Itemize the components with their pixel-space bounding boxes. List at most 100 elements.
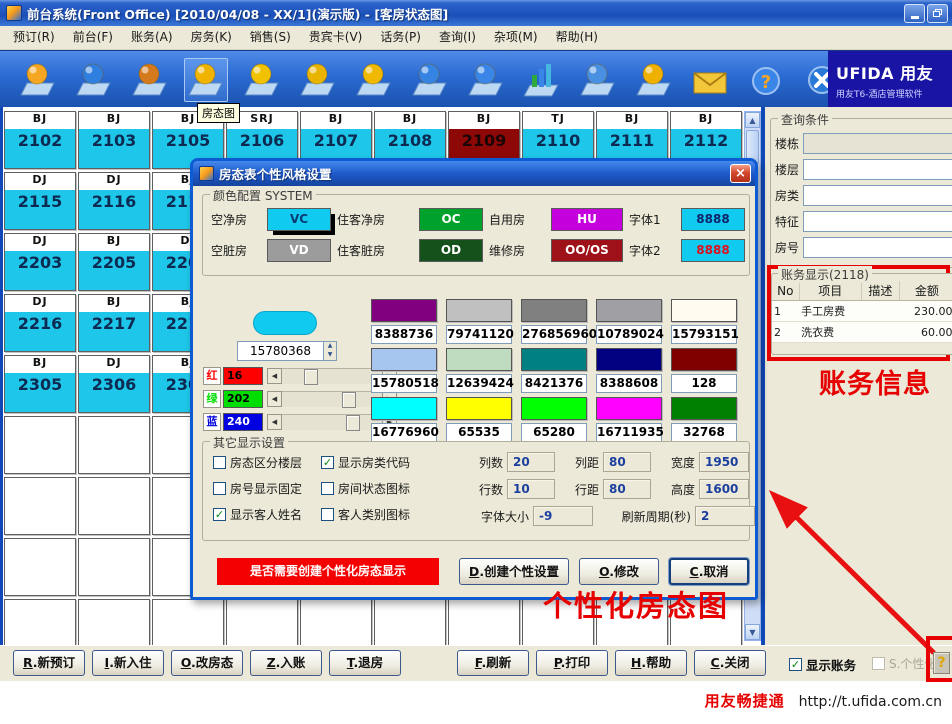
- room-cell-2217[interactable]: BJ2217: [78, 294, 150, 352]
- system-settings-icon[interactable]: [72, 58, 116, 102]
- bottom-button-H[interactable]: H.帮助: [615, 650, 687, 676]
- room-cell-2116[interactable]: DJ2116: [78, 172, 150, 230]
- field-列数[interactable]: 20: [507, 452, 555, 472]
- query-input-0[interactable]: [803, 133, 952, 154]
- color-swatch[interactable]: [371, 299, 437, 322]
- color-swatch[interactable]: [596, 397, 662, 420]
- room-cell-empty[interactable]: [152, 599, 224, 645]
- color-swatch[interactable]: [521, 397, 587, 420]
- create-style-button[interactable]: D.创建个性设置: [459, 558, 569, 585]
- dialog-close-icon[interactable]: ×: [730, 164, 751, 183]
- status-url[interactable]: http://t.ufida.com.cn: [799, 694, 942, 710]
- room-cell-empty[interactable]: [78, 477, 150, 535]
- room-cell-2115[interactable]: DJ2115: [4, 172, 76, 230]
- night-audit-icon[interactable]: [408, 58, 452, 102]
- room-cell-empty[interactable]: [374, 599, 446, 645]
- slider-thumb[interactable]: [342, 392, 356, 408]
- menu-item-1[interactable]: 前台(F): [64, 26, 122, 49]
- room-cell-empty[interactable]: [4, 599, 76, 645]
- telephone-icon[interactable]: [464, 58, 508, 102]
- room-cell-2216[interactable]: DJ2216: [4, 294, 76, 352]
- room-cell-2306[interactable]: DJ2306: [78, 355, 150, 413]
- scroll-down-icon[interactable]: ▼: [745, 624, 760, 640]
- menu-item-4[interactable]: 销售(S): [241, 26, 300, 49]
- help-icon[interactable]: ?: [744, 58, 788, 102]
- cancel-button[interactable]: C.取消: [669, 558, 749, 585]
- check-in-icon[interactable]: [240, 58, 284, 102]
- restore-button[interactable]: [927, 4, 948, 23]
- help-question-button[interactable]: ?: [933, 652, 950, 674]
- color-value-spinner[interactable]: 15780368 ▲▼: [237, 341, 337, 361]
- room-cell-empty[interactable]: [78, 599, 150, 645]
- statistics-icon[interactable]: [632, 58, 676, 102]
- color-config-8888[interactable]: 8888: [681, 208, 745, 231]
- color-swatch[interactable]: [371, 348, 437, 371]
- color-config-OC[interactable]: OC: [419, 208, 483, 231]
- room-cell-empty[interactable]: [4, 416, 76, 474]
- scroll-left-icon[interactable]: ◀: [267, 414, 282, 430]
- slider-thumb[interactable]: [304, 369, 318, 385]
- color-swatch[interactable]: [596, 348, 662, 371]
- channel-slider[interactable]: [282, 368, 382, 384]
- query-input-3[interactable]: [803, 211, 952, 232]
- room-key-icon[interactable]: [296, 58, 340, 102]
- menu-item-5[interactable]: 贵宾卡(V): [300, 26, 372, 49]
- slider-thumb[interactable]: [346, 415, 360, 431]
- show-billing-checkbox[interactable]: ✓ 显示账务: [789, 655, 856, 674]
- color-swatch[interactable]: [446, 348, 512, 371]
- dialog-checkbox-1[interactable]: ✓显示房类代码: [321, 454, 451, 471]
- color-config-OD[interactable]: OD: [419, 239, 483, 262]
- color-config-OO-OS[interactable]: OO/OS: [551, 239, 623, 262]
- menu-item-7[interactable]: 查询(I): [430, 26, 485, 49]
- scroll-up-icon[interactable]: ▲: [745, 112, 760, 128]
- room-cell-empty[interactable]: [226, 599, 298, 645]
- room-status-icon[interactable]: [184, 58, 228, 102]
- spinner-arrows-icon[interactable]: ▲▼: [323, 342, 336, 360]
- query-input-2[interactable]: [803, 185, 952, 206]
- menu-item-3[interactable]: 房务(K): [182, 26, 241, 49]
- billing-row-0[interactable]: 1手工房费230.00: [772, 301, 952, 322]
- bottom-button-P[interactable]: P.打印: [536, 650, 608, 676]
- dialog-checkbox-2[interactable]: 房号显示固定: [213, 480, 321, 497]
- dialog-checkbox-0[interactable]: 房态区分楼层: [213, 454, 321, 471]
- bottom-button-Z[interactable]: Z.入账: [250, 650, 322, 676]
- field-行数[interactable]: 10: [507, 479, 555, 499]
- room-cell-2305[interactable]: BJ2305: [4, 355, 76, 413]
- field-行距[interactable]: 80: [603, 479, 651, 499]
- room-cell-2102[interactable]: BJ2102: [4, 111, 76, 169]
- mail-icon[interactable]: [688, 58, 732, 102]
- room-cell-2203[interactable]: DJ2203: [4, 233, 76, 291]
- channel-slider[interactable]: [282, 414, 382, 430]
- color-config-VC[interactable]: VC: [267, 208, 331, 231]
- color-swatch[interactable]: [371, 397, 437, 420]
- color-config-HU[interactable]: HU: [551, 208, 623, 231]
- color-swatch[interactable]: [521, 299, 587, 322]
- color-swatch[interactable]: [671, 348, 737, 371]
- room-cell-empty[interactable]: [4, 538, 76, 596]
- billing-search-icon[interactable]: [352, 58, 396, 102]
- scroll-left-icon[interactable]: ◀: [267, 391, 282, 407]
- bottom-button-R[interactable]: R.新预订: [13, 650, 85, 676]
- menu-item-8[interactable]: 杂项(M): [485, 26, 547, 49]
- color-swatch[interactable]: [446, 397, 512, 420]
- color-config-VD[interactable]: VD: [267, 239, 331, 262]
- menu-item-9[interactable]: 帮助(H): [547, 26, 607, 49]
- room-cell-empty[interactable]: [78, 416, 150, 474]
- room-cell-2103[interactable]: BJ2103: [78, 111, 150, 169]
- guest-icon[interactable]: [128, 58, 172, 102]
- menu-item-0[interactable]: 预订(R): [4, 26, 64, 49]
- billing-row-1[interactable]: 2洗衣费60.00: [772, 322, 952, 343]
- room-cell-empty[interactable]: [300, 599, 372, 645]
- dialog-title-bar[interactable]: 房态表个性风格设置 ×: [193, 161, 755, 186]
- room-cell-empty[interactable]: [4, 477, 76, 535]
- field-刷新周期(秒)[interactable]: 2: [695, 506, 755, 526]
- room-cell-2205[interactable]: BJ2205: [78, 233, 150, 291]
- dialog-checkbox-4[interactable]: ✓显示客人姓名: [213, 506, 321, 523]
- room-cell-empty[interactable]: [448, 599, 520, 645]
- query-input-4[interactable]: [803, 237, 952, 258]
- dialog-checkbox-3[interactable]: 房间状态图标: [321, 480, 451, 497]
- field-字体大小[interactable]: -9: [533, 506, 593, 526]
- field-宽度[interactable]: 1950: [699, 452, 749, 472]
- room-cell-empty[interactable]: [78, 538, 150, 596]
- query-input-1[interactable]: [803, 159, 952, 180]
